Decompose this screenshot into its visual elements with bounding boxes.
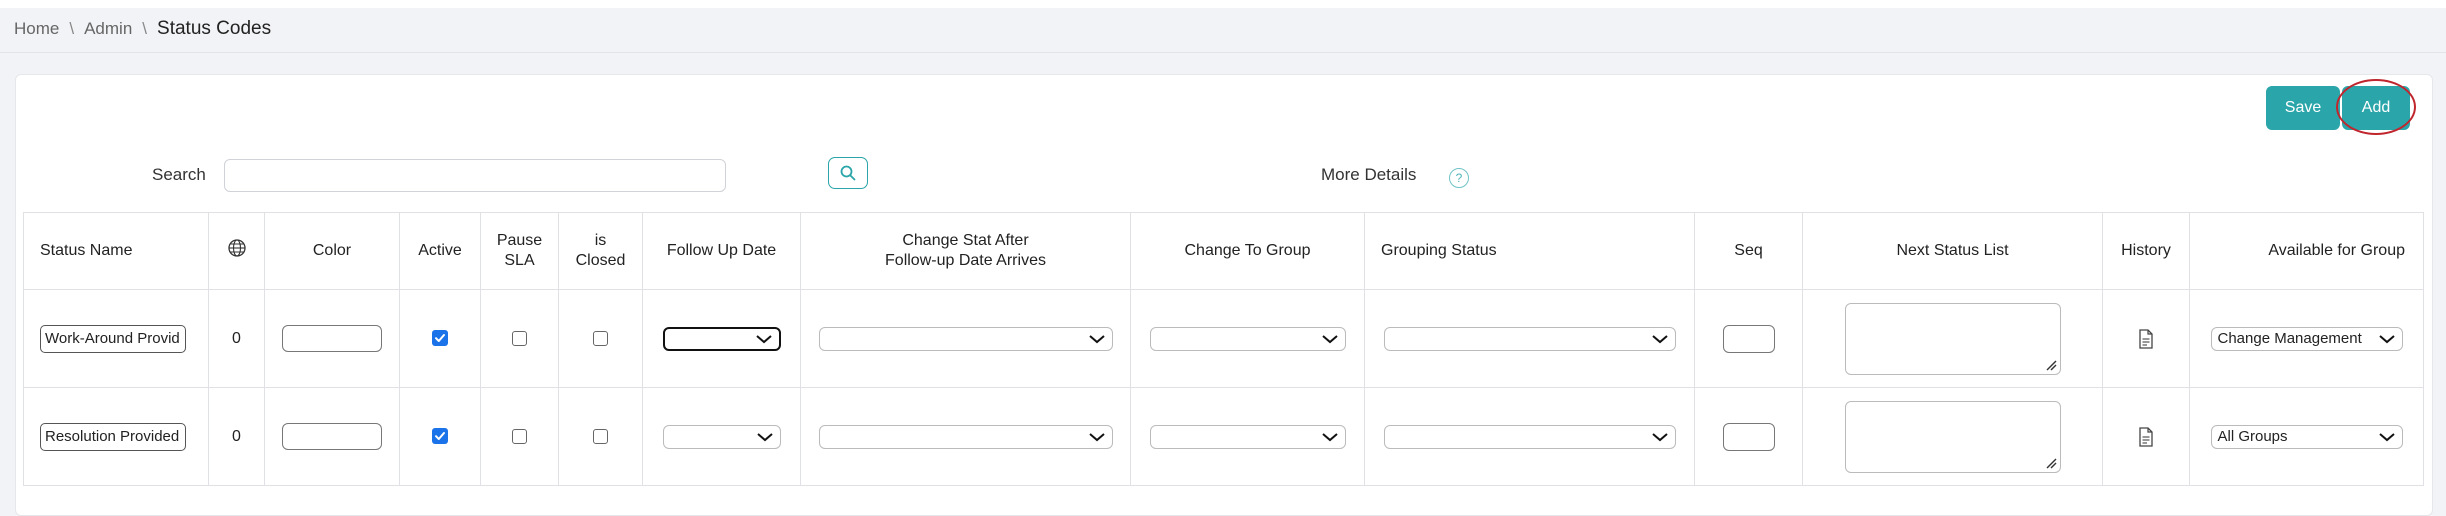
pause-sla-checkbox[interactable] <box>512 330 527 346</box>
pause-sla-checkbox[interactable] <box>512 428 527 444</box>
add-button[interactable]: Add <box>2342 86 2410 130</box>
page-title: Status Codes <box>157 18 272 39</box>
status-name-input[interactable]: Resolution Provided <box>40 422 186 451</box>
active-checkbox[interactable] <box>432 330 448 347</box>
chevron-down-icon <box>2378 334 2395 343</box>
header-change-stat-line2: Follow-up Date Arrives <box>885 252 1046 269</box>
globe-icon <box>227 239 246 257</box>
available-for-group-value: All Groups <box>2217 428 2288 445</box>
chevron-down-icon <box>2378 432 2395 441</box>
color-input[interactable] <box>282 423 382 450</box>
chevron-down-icon <box>756 432 773 441</box>
color-input[interactable] <box>282 325 382 352</box>
history-document-icon[interactable] <box>2138 426 2154 447</box>
chevron-down-icon <box>1651 432 1668 441</box>
status-name-input[interactable]: Work-Around Provid <box>40 324 186 353</box>
header-active: Active <box>399 212 481 290</box>
is-closed-checkbox[interactable] <box>593 428 608 444</box>
seq-input[interactable] <box>1722 324 1775 353</box>
header-translations <box>208 212 265 290</box>
breadcrumb-home[interactable]: Home <box>14 19 59 39</box>
resize-grip-icon[interactable] <box>2045 457 2057 469</box>
change-stat-after-select[interactable] <box>818 424 1113 449</box>
is-closed-checkbox[interactable] <box>593 330 608 346</box>
chevron-down-icon <box>1088 334 1105 343</box>
header-color: Color <box>264 212 400 290</box>
header-next-status-list: Next Status List <box>1802 212 2103 290</box>
chevron-down-icon <box>1651 334 1668 343</box>
search-input[interactable] <box>224 159 726 192</box>
header-change-stat-after: Change Stat After Follow-up Date Arrives <box>800 212 1131 290</box>
header-status-name[interactable]: Status Name <box>23 212 209 290</box>
translations-count: 0 <box>232 427 241 445</box>
breadcrumb-separator: \ <box>69 19 75 38</box>
header-is-closed: is Closed <box>558 212 643 290</box>
change-to-group-select[interactable] <box>1149 326 1346 351</box>
seq-input[interactable] <box>1722 422 1775 451</box>
follow-up-date-select[interactable] <box>662 326 781 351</box>
header-grouping-status: Grouping Status <box>1364 212 1695 290</box>
header-pause-sla-line1: Pause <box>496 232 543 249</box>
history-document-icon[interactable] <box>2138 328 2154 349</box>
breadcrumb-admin[interactable]: Admin <box>84 19 132 39</box>
next-status-list-textarea[interactable] <box>1844 400 2061 473</box>
header-is-closed-line1: is <box>594 232 607 249</box>
header-is-closed-line2: Closed <box>575 252 626 269</box>
chevron-down-icon <box>1088 432 1105 441</box>
follow-up-date-select[interactable] <box>662 424 781 449</box>
grouping-status-select[interactable] <box>1383 424 1676 449</box>
header-pause-sla-line2: SLA <box>504 252 535 269</box>
more-details-label: More Details <box>1321 165 1417 184</box>
header-seq: Seq <box>1694 212 1803 290</box>
breadcrumb: Home \ Admin \ Status Codes <box>14 18 271 40</box>
grouping-status-select[interactable] <box>1383 326 1676 351</box>
table-header-row: Status Name Color Active Pause SLA is Cl… <box>23 212 2424 290</box>
header-pause-sla: Pause SLA <box>480 212 559 290</box>
search-label: Search <box>152 165 206 184</box>
table-row: Resolution Provided 0 All Groups <box>23 387 2424 486</box>
available-for-group-select[interactable]: All Groups <box>2210 424 2403 449</box>
chevron-down-icon <box>755 334 772 343</box>
search-icon <box>840 165 856 181</box>
next-status-list-textarea[interactable] <box>1844 302 2061 375</box>
available-for-group-select[interactable]: Change Management <box>2210 326 2403 351</box>
header-available-for-group: Available for Group <box>2189 212 2424 290</box>
header-follow-up-date: Follow Up Date <box>642 212 801 290</box>
change-to-group-select[interactable] <box>1149 424 1346 449</box>
translations-count: 0 <box>232 329 241 347</box>
check-icon <box>435 334 445 343</box>
available-for-group-value: Change Management <box>2217 330 2362 347</box>
change-stat-after-select[interactable] <box>818 326 1113 351</box>
breadcrumb-separator: \ <box>142 19 148 38</box>
save-button[interactable]: Save <box>2266 86 2340 130</box>
chevron-down-icon <box>1321 432 1338 441</box>
chevron-down-icon <box>1321 334 1338 343</box>
status-codes-table: Status Name Color Active Pause SLA is Cl… <box>23 212 2424 486</box>
table-row: Work-Around Provid 0 Change Management <box>23 289 2424 388</box>
resize-grip-icon[interactable] <box>2045 359 2057 371</box>
help-icon[interactable]: ? <box>1449 168 1469 188</box>
top-strip <box>0 0 2446 8</box>
header-change-to-group: Change To Group <box>1130 212 1365 290</box>
active-checkbox[interactable] <box>432 428 448 445</box>
header-history: History <box>2102 212 2190 290</box>
header-change-stat-line1: Change Stat After <box>902 232 1029 249</box>
search-button[interactable] <box>828 157 868 189</box>
header-divider <box>0 52 2446 53</box>
check-icon <box>435 432 445 441</box>
